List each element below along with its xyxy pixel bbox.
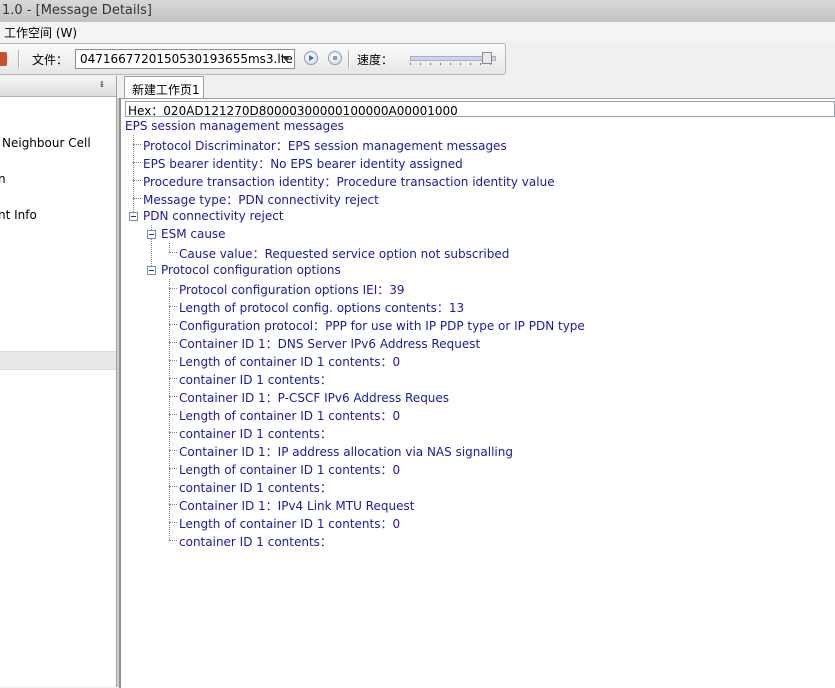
tree-connector [169, 279, 170, 540]
toolbar-separator [18, 50, 20, 68]
tree-connector [169, 243, 170, 252]
menu-bar: 工作空间 (W) [0, 22, 835, 42]
tree-connector [169, 522, 177, 523]
playback-toolbar: 文件： 04716677201505301​93655ms3.lte 速度： [0, 43, 506, 75]
tree-connector [169, 486, 177, 487]
tree-connector [169, 414, 177, 415]
tree-connector [169, 450, 177, 451]
tree-connector [169, 378, 177, 379]
title-bar: 1.0 - [Message Details] [0, 0, 835, 23]
file-select-value: 04716677201505301​93655ms3.lte [80, 52, 293, 66]
left-panel-selected-row[interactable] [0, 351, 116, 370]
left-panel-item[interactable]: nt Info [0, 208, 37, 222]
message-tree: Hex：020AD121270D80000300000100000A000010… [119, 98, 835, 688]
tree-connector [169, 432, 177, 433]
tree-node[interactable]: Protocol Discriminator：EPS session manag… [143, 137, 507, 154]
tree-node[interactable]: container ID 1 contents： [179, 371, 332, 388]
tree-connector [169, 252, 177, 253]
tree-node[interactable]: Configuration protocol：PPP for use with … [179, 317, 585, 334]
collapse-icon[interactable] [147, 230, 156, 239]
left-panel: ᵻ Neighbour Cell n nt Info [0, 76, 117, 687]
tree-connector [169, 540, 177, 541]
tree-node-pdn[interactable]: PDN connectivity reject [143, 209, 284, 223]
tree-connector [169, 342, 177, 343]
slider-thumb[interactable] [482, 52, 492, 64]
hex-row[interactable]: Hex：020AD121270D80000300000100000A000010… [125, 101, 835, 118]
tree-node-pco[interactable]: Protocol configuration options [161, 263, 341, 277]
play-icon [309, 55, 314, 61]
tree-node[interactable]: Length of container ID 1 contents：0 [179, 515, 400, 532]
tree-node[interactable]: Container ID 1：IPv4 Link MTU Request [179, 497, 414, 514]
collapse-icon[interactable] [129, 212, 138, 221]
stop-button[interactable] [328, 51, 342, 65]
tree-connector [133, 135, 134, 216]
tree-connector [169, 306, 177, 307]
hex-value: Hex：020AD121270D80000300000100000A000010… [128, 104, 458, 118]
close-icon[interactable] [0, 52, 7, 66]
tree-connector [133, 198, 141, 199]
stop-icon [333, 56, 337, 60]
tree-node[interactable]: Container ID 1：P-CSCF IPv6 Address Reque… [179, 389, 449, 406]
tree-connector [169, 504, 177, 505]
tree-node[interactable]: Length of container ID 1 contents：0 [179, 461, 400, 478]
tree-node[interactable]: Container ID 1：DNS Server IPv6 Address R… [179, 335, 480, 352]
left-panel-header: ᵻ [0, 76, 116, 97]
toolbar-separator [348, 50, 350, 68]
tree-node[interactable]: Procedure transaction identity：Procedure… [143, 173, 555, 190]
tree-connector [169, 288, 177, 289]
tree-connector [169, 360, 177, 361]
tree-connector [169, 468, 177, 469]
speed-slider[interactable] [410, 52, 496, 66]
tree-connector [133, 162, 141, 163]
tree-node[interactable]: container ID 1 contents： [179, 479, 332, 496]
chevron-down-icon[interactable] [282, 56, 290, 61]
file-select[interactable]: 04716677201505301​93655ms3.lte [75, 49, 295, 69]
tree-node[interactable]: container ID 1 contents： [179, 533, 332, 550]
collapse-icon[interactable] [147, 266, 156, 275]
left-panel-item[interactable]: n [0, 172, 6, 186]
speed-label: 速度： [357, 53, 394, 67]
tree-node[interactable]: container ID 1 contents： [179, 425, 332, 442]
tree-node[interactable]: Length of container ID 1 contents：0 [179, 407, 400, 424]
tree-node[interactable]: Container ID 1：IP address allocation via… [179, 443, 513, 460]
tab-label: 新建工作页1 [132, 83, 200, 97]
tab-strip: 新建工作页1 [117, 76, 835, 98]
tree-node[interactable]: EPS bearer identity：No EPS bearer identi… [143, 155, 463, 172]
window-title: 1.0 - [Message Details] [2, 3, 152, 18]
tree-connector [169, 324, 177, 325]
tree-connector [133, 180, 141, 181]
file-label: 文件： [32, 53, 69, 67]
tree-connector [169, 396, 177, 397]
tree-connector [133, 144, 141, 145]
pin-icon[interactable]: ᵻ [100, 79, 104, 90]
tree-node[interactable]: Length of protocol config. options conte… [179, 299, 464, 316]
tab-workspace-1[interactable]: 新建工作页1 [124, 76, 204, 98]
play-button[interactable] [304, 51, 318, 65]
tree-node[interactable]: Cause value：Requested service option not… [179, 245, 509, 262]
left-panel-item[interactable]: Neighbour Cell [2, 136, 91, 150]
tree-node[interactable]: Length of container ID 1 contents：0 [179, 353, 400, 370]
tree-node[interactable]: Protocol configuration options IEI：39 [179, 281, 405, 298]
tree-root[interactable]: EPS session management messages [125, 119, 344, 133]
menu-item-workspace[interactable]: 工作空间 (W) [4, 24, 77, 41]
tree-node-esm[interactable]: ESM cause [161, 227, 226, 241]
tree-node[interactable]: Message type：PDN connectivity reject [143, 191, 379, 208]
